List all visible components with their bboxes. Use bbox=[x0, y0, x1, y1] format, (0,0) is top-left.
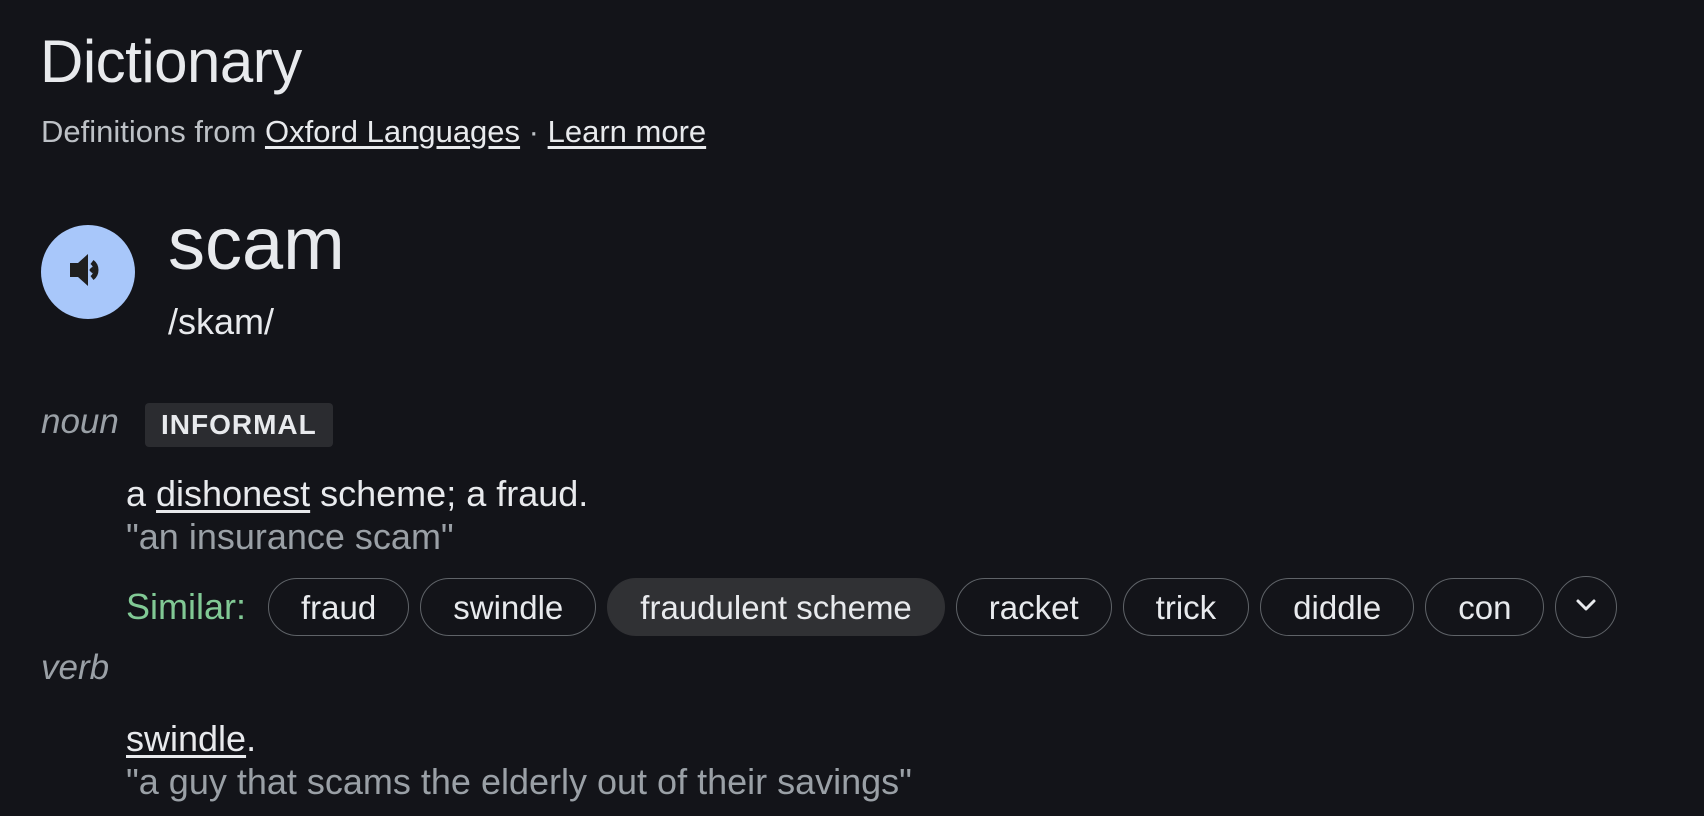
definition-prefix: a bbox=[126, 473, 157, 514]
learn-more-link[interactable]: Learn more bbox=[548, 114, 707, 149]
similar-chip-fraudulent-scheme[interactable]: fraudulent scheme bbox=[607, 578, 945, 636]
verb-example: "a guy that scams the elderly out of the… bbox=[126, 761, 912, 802]
source-separator: · bbox=[520, 114, 548, 149]
headword: scam bbox=[168, 202, 345, 285]
similar-chip-racket[interactable]: racket bbox=[955, 578, 1112, 636]
oxford-languages-link[interactable]: Oxford Languages bbox=[265, 114, 520, 149]
phonetic-spelling: /skam/ bbox=[168, 301, 275, 342]
volume-icon bbox=[66, 248, 110, 297]
similar-label: Similar: bbox=[126, 586, 247, 627]
similar-chip-trick[interactable]: trick bbox=[1122, 578, 1250, 636]
register-tag: INFORMAL bbox=[145, 403, 333, 447]
dictionary-panel: Dictionary Definitions from Oxford Langu… bbox=[0, 0, 1704, 816]
page-title: Dictionary bbox=[40, 28, 302, 95]
pronunciation-button[interactable] bbox=[41, 225, 135, 319]
swindle-link[interactable]: swindle bbox=[126, 718, 246, 759]
similar-chip-fraud[interactable]: fraud bbox=[268, 578, 410, 636]
definition-suffix: scheme; a fraud. bbox=[310, 473, 589, 514]
noun-definition: a dishonest scheme; a fraud. bbox=[126, 472, 588, 516]
part-of-speech-noun: noun bbox=[41, 402, 119, 441]
noun-example: "an insurance scam" bbox=[126, 516, 454, 557]
verb-definition: swindle. bbox=[126, 717, 256, 761]
similar-chip-diddle[interactable]: diddle bbox=[1260, 578, 1415, 636]
part-of-speech-verb: verb bbox=[41, 648, 110, 687]
similar-chip-swindle[interactable]: swindle bbox=[420, 578, 597, 636]
expand-similar-button[interactable] bbox=[1555, 576, 1618, 638]
source-prefix: Definitions from bbox=[41, 114, 265, 149]
chevron-down-icon bbox=[1572, 591, 1600, 624]
definition-suffix: . bbox=[246, 718, 257, 759]
similar-words-row: Similar: fraud swindle fraudulent scheme… bbox=[126, 576, 1618, 638]
dishonest-link[interactable]: dishonest bbox=[156, 473, 310, 514]
source-line: Definitions from Oxford Languages · Lear… bbox=[41, 112, 706, 152]
similar-chip-con[interactable]: con bbox=[1425, 578, 1545, 636]
